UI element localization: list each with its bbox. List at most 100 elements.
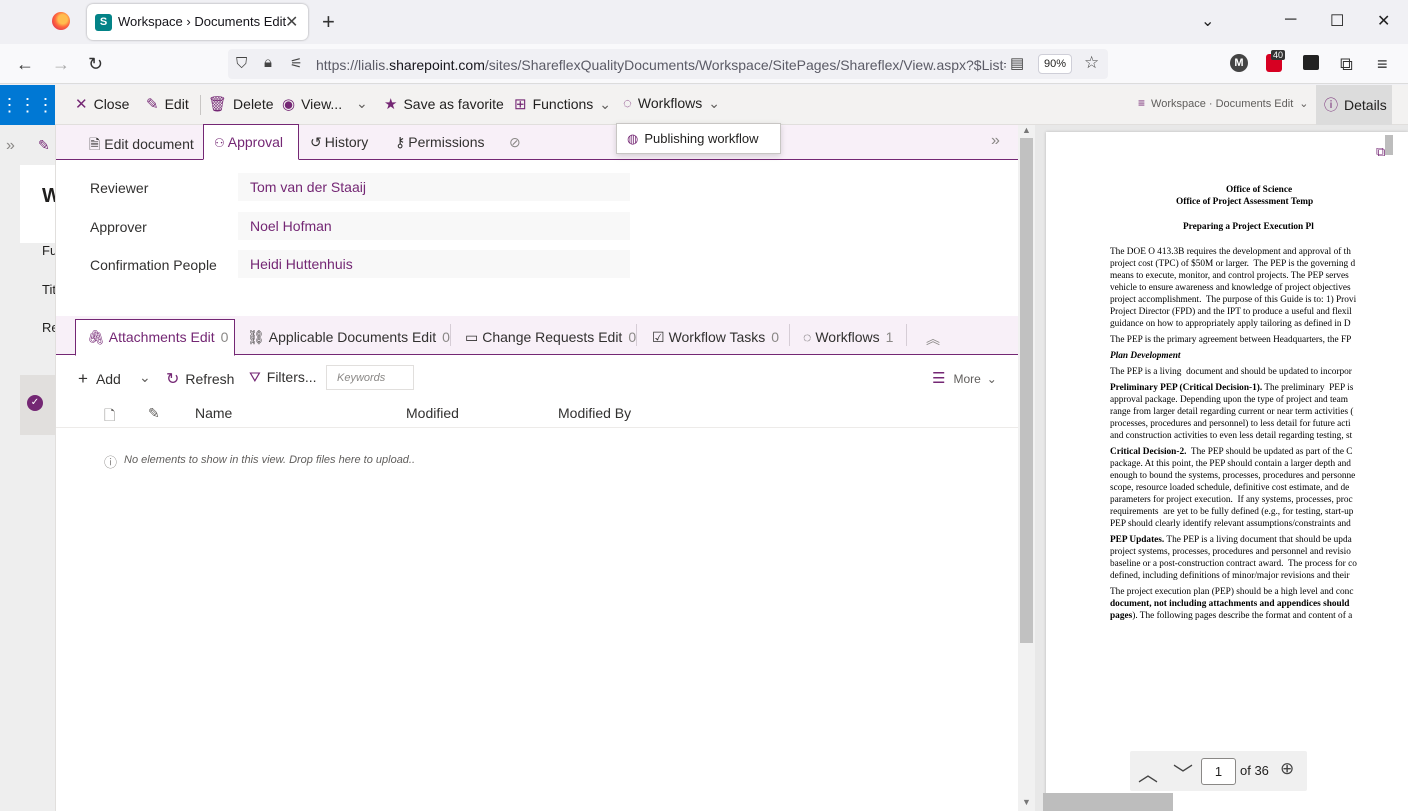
scrollbar-thumb[interactable] <box>1020 138 1033 643</box>
new-tab-icon[interactable]: + <box>322 9 335 35</box>
workflows-button[interactable]: ◌ Workflows ⌄ <box>623 95 720 112</box>
keywords-search-input[interactable]: Keywords <box>326 365 414 390</box>
browser-tab-title: Workspace › Documents Edit <box>118 14 287 29</box>
doc-line: approval package. Depending upon the typ… <box>1110 395 1349 405</box>
doc-line: Critical Decision-2. The PEP should be u… <box>1110 447 1353 457</box>
functions-button[interactable]: ⊞ Functions ⌄ <box>514 95 611 113</box>
save-as-favorite-button[interactable]: ★ Save as favorite <box>384 95 504 113</box>
doc-line: The PEP is the primary agreement between… <box>1110 335 1352 345</box>
next-page-icon[interactable]: ﹀ <box>1173 758 1193 787</box>
tab-workflow-tasks[interactable]: ☑ Workflow Tasks 0 <box>652 329 779 346</box>
open-external-icon[interactable]: ⧉ <box>1376 144 1385 160</box>
expand-chevrons-icon[interactable]: » <box>6 137 15 155</box>
doc-line: requirements are yet to be fully defined… <box>1110 507 1354 517</box>
add-button[interactable]: + Add <box>78 369 121 389</box>
close-tab-icon[interactable]: ✕ <box>285 12 298 32</box>
account-avatar[interactable]: M <box>1230 54 1248 72</box>
tab-attachments-edit[interactable]: 🖇︎ Attachments Edit 0 <box>87 329 228 346</box>
close-button[interactable]: ✕ Close <box>75 95 129 113</box>
scroll-up-arrow-icon[interactable]: ▲ <box>1022 125 1031 135</box>
hidden-eye-icon[interactable]: ⊘ <box>509 134 521 151</box>
shield-icon[interactable]: ⛉ <box>236 55 247 72</box>
add-dropdown-chevron-icon[interactable]: ⌄ <box>139 369 151 386</box>
extension-icon[interactable] <box>1303 55 1319 70</box>
reviewer-field[interactable]: Tom van der Staaij <box>238 173 630 201</box>
back-icon[interactable]: ← <box>16 54 34 75</box>
doc-line: pages). The following pages describe the… <box>1110 611 1353 621</box>
forward-icon[interactable]: → <box>52 54 70 75</box>
tab-approval[interactable]: ⚇ Approval <box>214 134 283 150</box>
confirmation-people-field[interactable]: Heidi Huttenhuis <box>238 250 630 278</box>
filters-button[interactable]: ⛛ Filters... <box>249 369 317 386</box>
doc-heading: Preparing a Project Execution Pl <box>1183 222 1314 232</box>
workflow-spinner-icon: ◌ <box>623 95 632 112</box>
preview-vscroll-thumb[interactable] <box>1385 135 1393 155</box>
document-preview-pane: ⧉ Office of Science Office of Project As… <box>1035 125 1408 811</box>
lock-icon[interactable]: 🔒︎ <box>264 54 272 71</box>
url-text[interactable]: https://lialis.sharepoint.com/sites/Shar… <box>316 57 1006 73</box>
zoom-level[interactable]: 90% <box>1038 54 1072 74</box>
extensions-puzzle-icon[interactable]: ⧉ <box>1340 54 1353 75</box>
tab-history[interactable]: ↺ History <box>310 134 368 151</box>
doc-line: vehicle to ensure awareness and knowledg… <box>1110 283 1351 293</box>
publishing-workflow-menu-item[interactable]: ◍ Publishing workflow <box>616 123 781 154</box>
eye-icon: ◉ <box>282 96 296 113</box>
address-bar[interactable]: ⛉ 🔒︎ ⚟ https://lialis.sharepoint.com/sit… <box>228 49 1108 79</box>
doc-line: The DOE O 413.3B requires the developmen… <box>1110 247 1351 257</box>
pdf-page[interactable]: ⧉ Office of Science Office of Project As… <box>1046 132 1408 811</box>
doc-line: baseline or a post-construction contract… <box>1110 559 1357 569</box>
previous-page-icon[interactable]: ︿ <box>1138 758 1158 787</box>
name-column-header[interactable]: Name <box>195 405 232 421</box>
scroll-down-arrow-icon[interactable]: ▼ <box>1022 797 1031 807</box>
collapse-chevron-up-icon[interactable]: ︽ <box>926 329 940 349</box>
divider <box>200 95 201 115</box>
panel-scrollbar[interactable]: ▲ ▼ <box>1018 125 1035 811</box>
app-menu-icon[interactable]: ≡ <box>1377 54 1388 75</box>
view-button[interactable]: ◉ View... <box>282 95 342 113</box>
tab-divider <box>906 324 907 346</box>
panel-tabs: 🗎︎ Edit document ⚇ Approval ↺ History ⚷ Perm… <box>56 124 1019 160</box>
chevron-down-icon: ⌄ <box>986 372 997 386</box>
bookmark-star-icon[interactable]: ☆ <box>1084 53 1099 73</box>
view-breadcrumb[interactable]: ≡ Workspace · Documents Edit ⌄ <box>1138 96 1308 110</box>
tab-permissions[interactable]: ⚷ Permissions <box>395 134 485 151</box>
app-launcher-waffle-icon[interactable]: ⋮⋮⋮ <box>0 85 55 125</box>
delete-button[interactable]: 🗑︎ Delete <box>208 95 274 113</box>
firefox-icon[interactable] <box>52 12 70 30</box>
zoom-in-icon[interactable]: ⊕ <box>1280 759 1294 779</box>
approver-field[interactable]: Noel Hofman <box>238 212 630 240</box>
minimize-window-icon[interactable]: ─ <box>1285 11 1296 29</box>
tab-edit-document[interactable]: 🗎︎ Edit document <box>89 134 194 158</box>
permissions-icon[interactable]: ⚟ <box>290 55 303 72</box>
edit-button[interactable]: ✎ Edit <box>146 95 189 113</box>
view-dropdown-chevron-icon[interactable]: ⌄ <box>356 95 368 112</box>
tab-list-chevron-icon[interactable]: ⌄ <box>1201 11 1214 31</box>
tab-change-requests-edit[interactable]: ▭ Change Requests Edit 0 <box>465 329 636 346</box>
modified-by-column-header[interactable]: Modified By <box>558 405 631 421</box>
close-window-icon[interactable]: ✕ <box>1377 11 1390 31</box>
modified-column-header[interactable]: Modified <box>406 405 459 421</box>
browser-tab[interactable]: S Workspace › Documents Edit ✕ <box>87 4 308 40</box>
reader-view-icon[interactable]: ▤ <box>1010 54 1024 72</box>
star-icon: ★ <box>384 96 398 113</box>
page-total-label: of 36 <box>1240 763 1269 778</box>
doc-line: The project execution plan (PEP) should … <box>1110 587 1354 597</box>
tab-workflows[interactable]: ◌ Workflows 1 <box>803 329 893 345</box>
edit-column-icon[interactable]: ✎ <box>148 405 160 422</box>
preview-hscroll-thumb[interactable] <box>1043 793 1173 811</box>
reload-icon[interactable]: ↻ <box>88 54 103 75</box>
tab-divider <box>789 324 790 346</box>
maximize-window-icon[interactable]: ☐ <box>1330 11 1344 31</box>
refresh-button[interactable]: ↻ Refresh <box>166 369 234 389</box>
doc-line: project accomplishment. The purpose of t… <box>1110 295 1357 305</box>
page-number-input[interactable]: 1 <box>1201 758 1236 785</box>
more-button[interactable]: ☰ More ⌄ <box>932 369 997 387</box>
document-edit-icon: 🗎︎ <box>89 136 101 152</box>
doc-line: Project Director (FPD) and the IPT to pr… <box>1110 307 1352 317</box>
doc-line: and construction activities to even less… <box>1110 431 1353 441</box>
tab-applicable-documents-edit[interactable]: ⛓︎ Applicable Documents Edit 0 <box>247 329 450 346</box>
workflow-spinner-icon: ◌ <box>803 329 812 345</box>
panel-expand-chevrons-icon[interactable]: » <box>991 132 1000 150</box>
file-type-column-icon[interactable]: 🗋︎ <box>104 405 115 429</box>
details-button[interactable]: ⓘ Details <box>1316 85 1392 125</box>
